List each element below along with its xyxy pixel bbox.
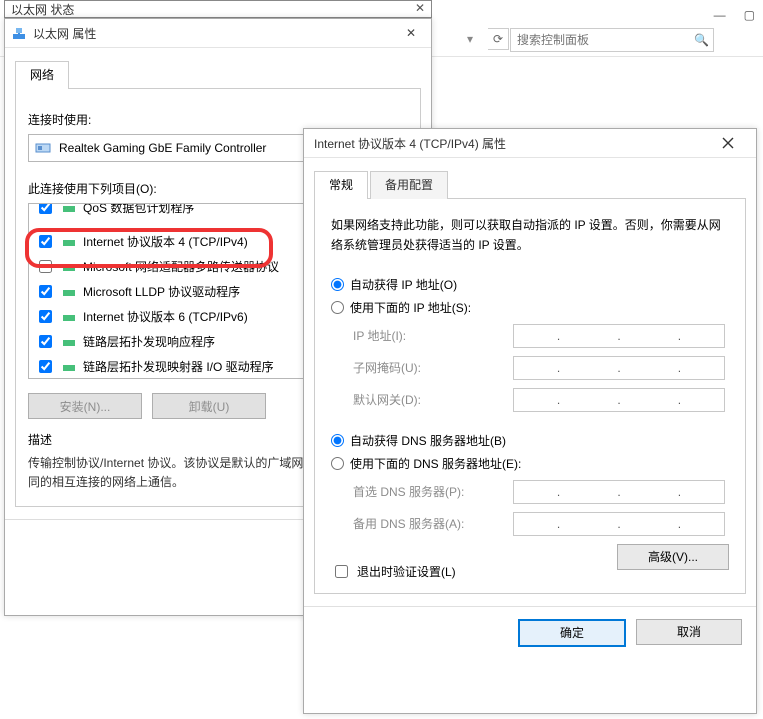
network-icon (11, 25, 27, 41)
tab-network[interactable]: 网络 (15, 61, 69, 89)
subnet-mask-label: 子网掩码(U): (353, 359, 513, 376)
window-minimize-icon[interactable]: — (714, 8, 726, 22)
ethernet-status-window: 以太网 状态 ✕ (4, 0, 432, 18)
radio-label: 自动获得 DNS 服务器地址(B) (350, 432, 506, 449)
ip-address-input[interactable]: ... (513, 324, 725, 348)
radio-input[interactable] (331, 457, 344, 470)
validate-on-exit[interactable]: 退出时验证设置(L) (331, 562, 456, 581)
radio-input[interactable] (331, 301, 344, 314)
item-label: Internet 协议版本 6 (TCP/IPv6) (83, 308, 248, 325)
adapter-name: Realtek Gaming GbE Family Controller (59, 141, 266, 155)
nic-icon (35, 140, 51, 156)
item-label: Microsoft LLDP 协议驱动程序 (83, 283, 240, 300)
radio-label: 使用下面的 IP 地址(S): (350, 299, 471, 316)
close-button[interactable]: ✕ (397, 26, 425, 40)
item-label: 链路层拓扑发现映射器 I/O 驱动程序 (83, 358, 274, 375)
protocol-icon (61, 259, 77, 275)
item-label: QoS 数据包计划程序 (83, 203, 194, 216)
item-label: Internet 协议版本 4 (TCP/IPv4) (83, 233, 248, 250)
tab-general[interactable]: 常规 (314, 171, 368, 199)
dialog-title: 以太网 属性 (33, 25, 391, 42)
default-gateway-label: 默认网关(D): (353, 391, 513, 408)
protocol-icon (61, 359, 77, 375)
row-dns1: 首选 DNS 服务器(P): ... (353, 480, 729, 504)
row-dns2: 备用 DNS 服务器(A): ... (353, 512, 729, 536)
item-checkbox[interactable] (39, 360, 52, 373)
row-subnet-mask: 子网掩码(U): ... (353, 356, 729, 380)
default-gateway-input[interactable]: ... (513, 388, 725, 412)
window-maximize-icon[interactable]: ▢ (744, 8, 755, 22)
preferred-dns-label: 首选 DNS 服务器(P): (353, 483, 513, 500)
radio-manual-ip[interactable]: 使用下面的 IP 地址(S): (331, 299, 729, 316)
validate-checkbox[interactable] (335, 565, 348, 578)
preferred-dns-input[interactable]: ... (513, 480, 725, 504)
radio-auto-dns[interactable]: 自动获得 DNS 服务器地址(B) (331, 432, 729, 449)
cancel-button[interactable]: 取消 (636, 619, 742, 645)
subnet-mask-input[interactable]: ... (513, 356, 725, 380)
titlebar: 以太网 属性 ✕ (5, 19, 431, 48)
item-label: Microsoft 网络适配器多路传送器协议 (83, 258, 279, 275)
item-checkbox[interactable] (39, 260, 52, 273)
close-icon[interactable]: ✕ (415, 1, 425, 15)
uninstall-button[interactable]: 卸载(U) (152, 393, 266, 419)
ethernet-status-title: 以太网 状态 (5, 3, 80, 17)
protocol-icon (61, 203, 77, 216)
row-ip-address: IP 地址(I): ... (353, 324, 729, 348)
tabs: 常规 备用配置 (314, 170, 746, 199)
radio-label: 使用下面的 DNS 服务器地址(E): (350, 455, 521, 472)
dialog-title: Internet 协议版本 4 (TCP/IPv4) 属性 (310, 135, 716, 152)
protocol-icon (61, 284, 77, 300)
ok-button[interactable]: 确定 (518, 619, 626, 647)
ip-address-label: IP 地址(I): (353, 327, 513, 344)
protocol-icon (61, 234, 77, 250)
radio-input[interactable] (331, 278, 344, 291)
search-input[interactable] (515, 32, 694, 48)
radio-label: 自动获得 IP 地址(O) (350, 276, 457, 293)
intro-text: 如果网络支持此功能，则可以获取自动指派的 IP 设置。否则，你需要从网络系统管理… (331, 215, 729, 256)
control-panel-search[interactable]: 🔍 (510, 28, 714, 52)
item-checkbox[interactable] (39, 335, 52, 348)
radio-input[interactable] (331, 434, 344, 447)
advanced-button[interactable]: 高级(V)... (617, 544, 729, 570)
item-checkbox[interactable] (39, 310, 52, 323)
connect-using-label: 连接时使用: (28, 111, 408, 128)
protocol-icon (61, 309, 77, 325)
tabs: 网络 (15, 60, 421, 89)
item-checkbox[interactable] (39, 285, 52, 298)
alternate-dns-label: 备用 DNS 服务器(A): (353, 515, 513, 532)
titlebar: Internet 协议版本 4 (TCP/IPv4) 属性 (304, 129, 756, 158)
validate-label: 退出时验证设置(L) (357, 563, 456, 580)
ipv4-properties-dialog: Internet 协议版本 4 (TCP/IPv4) 属性 常规 备用配置 如果… (303, 128, 757, 714)
item-label: 链路层拓扑发现响应程序 (83, 333, 215, 350)
refresh-icon[interactable]: ⟳ (488, 28, 509, 50)
tab-alternate[interactable]: 备用配置 (370, 171, 448, 199)
item-checkbox[interactable] (39, 235, 52, 248)
close-button[interactable] (722, 137, 750, 149)
alternate-dns-input[interactable]: ... (513, 512, 725, 536)
nav-dropdown-icon[interactable]: ▾ (460, 29, 480, 49)
protocol-icon (61, 334, 77, 350)
item-checkbox[interactable] (39, 203, 52, 214)
row-default-gateway: 默认网关(D): ... (353, 388, 729, 412)
search-icon: 🔍 (694, 33, 709, 47)
install-button[interactable]: 安装(N)... (28, 393, 142, 419)
radio-manual-dns[interactable]: 使用下面的 DNS 服务器地址(E): (331, 455, 729, 472)
radio-auto-ip[interactable]: 自动获得 IP 地址(O) (331, 276, 729, 293)
